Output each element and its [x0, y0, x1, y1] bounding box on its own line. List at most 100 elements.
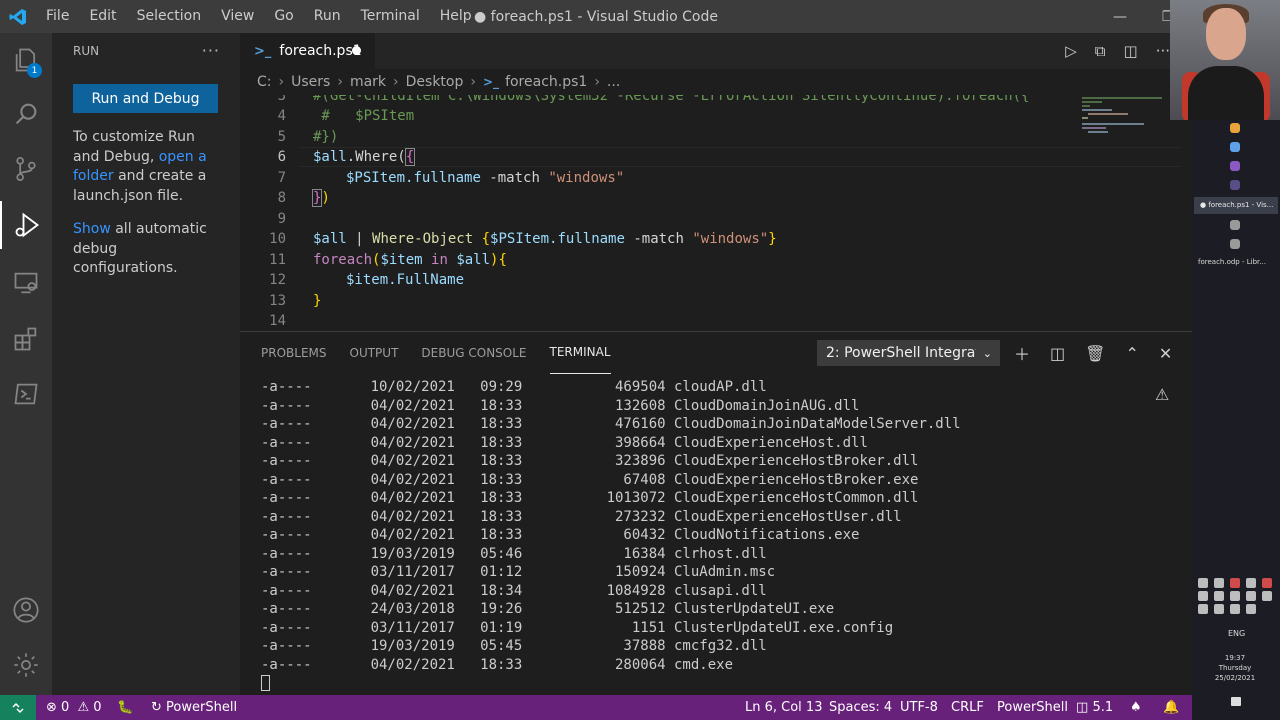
- language-mode[interactable]: PowerShell: [997, 695, 1068, 720]
- source-control-icon[interactable]: [0, 145, 52, 193]
- sidebar: RUN ··· Run and Debug To customize Run a…: [52, 33, 240, 695]
- tray-icon[interactable]: [1198, 578, 1208, 588]
- code-line-5: #}): [313, 129, 339, 145]
- code-editor[interactable]: 3 4 5 6 7 8 9 10 11 12 13 14 #(Get-Child…: [240, 95, 1180, 331]
- terminal-prompt[interactable]: [261, 674, 961, 693]
- menu-file[interactable]: File: [36, 0, 79, 33]
- extensions-icon[interactable]: [0, 315, 52, 363]
- visual-studio-icon[interactable]: [1230, 161, 1240, 171]
- breadcrumb-drive[interactable]: C:: [257, 74, 272, 90]
- tab-problems[interactable]: PROBLEMS: [261, 332, 327, 374]
- terminal-cursor: [261, 675, 270, 691]
- settings-gear-icon[interactable]: [0, 641, 52, 689]
- tray-icon[interactable]: [1230, 578, 1240, 588]
- taskbar-clock[interactable]: 19:37 Thursday 25/02/2021: [1210, 653, 1260, 683]
- taskbar-impress[interactable]: foreach.odp - Libr...: [1198, 258, 1278, 266]
- tab-debug-console[interactable]: DEBUG CONSOLE: [421, 332, 526, 374]
- debug-icon[interactable]: 🐛: [117, 695, 133, 720]
- menu-help[interactable]: Help: [430, 0, 482, 33]
- remote-icon[interactable]: [0, 695, 36, 720]
- chevron-right-icon: ›: [337, 74, 343, 90]
- tray-icon[interactable]: [1214, 578, 1224, 588]
- problems-indicator[interactable]: ⊗ 0 ⚠ 0: [46, 695, 102, 720]
- app-icon[interactable]: [1230, 239, 1240, 249]
- powershell-session[interactable]: ↻ PowerShell: [151, 695, 237, 720]
- run-icon[interactable]: ▷: [1065, 42, 1077, 60]
- run-debug-icon[interactable]: [0, 201, 52, 249]
- new-terminal-icon[interactable]: ＋: [1014, 341, 1030, 365]
- terminal-row: -a---- 10/02/2021 09:29 469504 cloudAP.d…: [261, 379, 767, 395]
- token: $all: [456, 252, 491, 268]
- editor-scrollbar[interactable]: [1180, 95, 1192, 331]
- tray-icon[interactable]: [1230, 604, 1240, 614]
- token: {: [473, 231, 491, 247]
- app-icon[interactable]: [1230, 180, 1240, 190]
- tab-output[interactable]: OUTPUT: [350, 332, 399, 374]
- tray-icon[interactable]: [1230, 591, 1240, 601]
- tray-icon[interactable]: [1198, 604, 1208, 614]
- split-editor-icon[interactable]: ◫: [1124, 42, 1138, 60]
- minimap[interactable]: [1080, 95, 1180, 135]
- line-number: 11: [269, 252, 286, 268]
- tray-icon[interactable]: [1262, 578, 1272, 588]
- taskbar-vscode[interactable]: ● foreach.ps1 - Vis...: [1194, 197, 1278, 214]
- breadcrumb-mark[interactable]: mark: [350, 74, 386, 90]
- breadcrumb-file[interactable]: foreach.ps1: [505, 74, 587, 90]
- kill-terminal-icon[interactable]: 🗑: [1085, 344, 1105, 363]
- menu-view[interactable]: View: [211, 0, 264, 33]
- tray-icon[interactable]: [1262, 591, 1272, 601]
- breadcrumb-more[interactable]: ...: [607, 74, 620, 90]
- run-and-debug-button[interactable]: Run and Debug: [73, 84, 218, 113]
- action-center-icon[interactable]: [1231, 697, 1241, 706]
- end-of-line[interactable]: CRLF: [951, 695, 984, 720]
- more-actions-icon[interactable]: ···: [1156, 42, 1170, 60]
- tray-icon[interactable]: [1214, 591, 1224, 601]
- tray-icon[interactable]: [1214, 604, 1224, 614]
- activity-bar: 1: [0, 33, 52, 695]
- terminal-select[interactable]: 2: PowerShell Integrated ⌄: [817, 340, 1000, 366]
- tray-icon[interactable]: [1246, 578, 1256, 588]
- chrome-icon[interactable]: [1230, 123, 1240, 133]
- tray-icon[interactable]: [1246, 591, 1256, 601]
- menu-terminal[interactable]: Terminal: [351, 0, 430, 33]
- search-icon[interactable]: [0, 90, 52, 138]
- cursor-position[interactable]: Ln 6, Col 13: [745, 695, 822, 720]
- breadcrumb-desktop[interactable]: Desktop: [406, 74, 464, 90]
- explorer-icon[interactable]: 1: [0, 36, 52, 84]
- remote-explorer-icon[interactable]: [0, 259, 52, 307]
- minimize-icon[interactable]: —: [1096, 0, 1144, 33]
- warning-icon[interactable]: ⚠: [1155, 385, 1169, 404]
- unsaved-dot-icon[interactable]: [352, 46, 361, 55]
- open-changes-icon[interactable]: ⧉: [1095, 42, 1106, 60]
- terminal-row: -a---- 04/02/2021 18:34 1084928 clusapi.…: [261, 582, 767, 599]
- terminal-output[interactable]: -a---- 10/02/2021 09:29 469504 cloudAP.d…: [261, 378, 961, 693]
- tab-terminal[interactable]: TERMINAL: [549, 332, 611, 374]
- menu-edit[interactable]: Edit: [79, 0, 126, 33]
- show-configs-link[interactable]: Show: [73, 221, 111, 237]
- breadcrumb-users[interactable]: Users: [291, 74, 330, 90]
- code-line-4: # $PSItem: [313, 108, 415, 124]
- menu-go[interactable]: Go: [264, 0, 303, 33]
- powershell-version[interactable]: ◫ 5.1: [1076, 695, 1113, 720]
- split-terminal-icon[interactable]: ◫: [1050, 344, 1065, 363]
- encoding[interactable]: UTF-8: [900, 695, 938, 720]
- menu-selection[interactable]: Selection: [127, 0, 212, 33]
- tab-foreach-ps1[interactable]: >_ foreach.ps1: [240, 33, 375, 69]
- accounts-icon[interactable]: [0, 586, 52, 634]
- app-icon[interactable]: [1230, 142, 1240, 152]
- app-icon[interactable]: [1230, 220, 1240, 230]
- tray-icon[interactable]: [1198, 591, 1208, 601]
- powershell-icon[interactable]: [0, 370, 52, 418]
- chevron-right-icon: ›: [594, 74, 600, 90]
- notifications-icon[interactable]: 🔔: [1163, 695, 1179, 720]
- input-language[interactable]: ENG: [1228, 629, 1245, 638]
- indentation[interactable]: Spaces: 4: [829, 695, 892, 720]
- close-panel-icon[interactable]: ✕: [1159, 344, 1172, 363]
- maximize-panel-icon[interactable]: ⌃: [1125, 344, 1138, 363]
- explorer-badge: 1: [27, 63, 42, 78]
- tray-icon[interactable]: [1246, 604, 1256, 614]
- bottom-panel: PROBLEMS OUTPUT DEBUG CONSOLE TERMINAL 2…: [240, 331, 1192, 695]
- more-actions-icon[interactable]: ···: [202, 41, 220, 60]
- menu-run[interactable]: Run: [304, 0, 351, 33]
- feedback-icon[interactable]: ♠: [1130, 695, 1142, 720]
